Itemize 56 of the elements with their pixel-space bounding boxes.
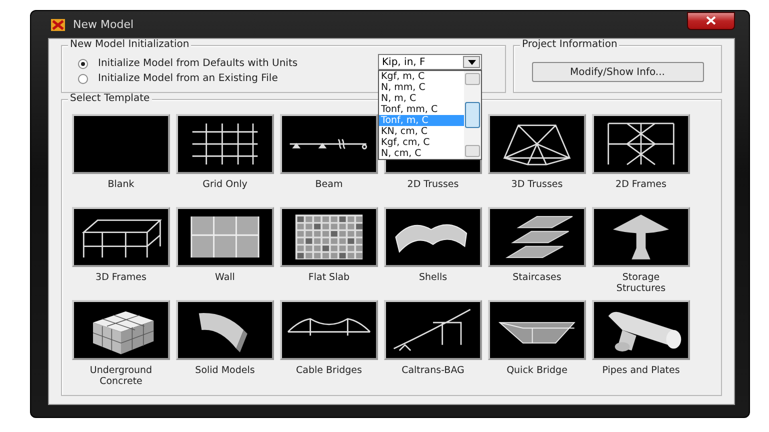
slab-grid-icon: [280, 207, 378, 267]
radio-label: Initialize Model from an Existing File: [98, 73, 278, 84]
group-title: New Model Initialization: [68, 39, 192, 50]
radio-label: Initialize Model from Defaults with Units: [98, 58, 298, 69]
suspension-bridge-icon: [280, 300, 378, 360]
cube-grid-icon: [72, 300, 170, 360]
template-button[interactable]: Flat Slab: [280, 207, 378, 298]
blank-icon: [72, 114, 170, 174]
modify-info-button[interactable]: Modify/Show Info...: [532, 62, 704, 82]
group-title: Project Information: [520, 39, 620, 50]
close-button[interactable]: [687, 12, 735, 30]
close-icon: [706, 16, 716, 25]
units-dropdown[interactable]: Kip, in, F: [378, 54, 482, 70]
template-button[interactable]: Staircases: [488, 207, 586, 298]
unit-option[interactable]: Kgf, m, C: [379, 71, 464, 82]
template-button[interactable]: Solid Models: [176, 300, 274, 391]
template-button[interactable]: 3D Trusses: [488, 114, 586, 205]
template-button[interactable]: Pipes and Plates: [592, 300, 690, 391]
grid-icon: [176, 114, 274, 174]
template-button[interactable]: 2D Frames: [592, 114, 690, 205]
template-button[interactable]: Wall: [176, 207, 274, 298]
space-frame-icon: [72, 207, 170, 267]
template-button[interactable]: Grid Only: [176, 114, 274, 205]
group-title: Select Template: [68, 93, 152, 104]
template-button[interactable]: Underground Concrete: [72, 300, 170, 391]
curved-solid-icon: [176, 300, 274, 360]
scrollbar[interactable]: [464, 71, 481, 159]
unit-option[interactable]: Kgf, cm, C: [379, 137, 464, 148]
template-button[interactable]: Storage Structures: [592, 207, 690, 298]
space-truss-icon: [488, 114, 586, 174]
template-button[interactable]: Beam: [280, 114, 378, 205]
box-girder-icon: [488, 300, 586, 360]
staircase-icon: [488, 207, 586, 267]
template-button[interactable]: Shells: [384, 207, 482, 298]
wall-icon: [176, 207, 274, 267]
template-button[interactable]: Caltrans-BAG: [384, 300, 482, 391]
bridge-frame-icon: [384, 300, 482, 360]
radio-button[interactable]: [78, 58, 88, 68]
radio-button[interactable]: [78, 74, 88, 84]
unit-option[interactable]: Tonf, mm, C: [379, 104, 464, 115]
pipe-tee-icon: [592, 300, 690, 360]
unit-option[interactable]: N, cm, C: [379, 148, 464, 159]
app-logo-icon: [51, 18, 65, 30]
template-button[interactable]: 3D Frames: [72, 207, 170, 298]
unit-option[interactable]: KN, cm, C: [379, 126, 464, 137]
window-title: New Model: [73, 18, 135, 31]
frame-icon: [592, 114, 690, 174]
template-button[interactable]: Quick Bridge: [488, 300, 586, 391]
template-button[interactable]: Blank: [72, 114, 170, 205]
shell-icon: [384, 207, 482, 267]
unit-option[interactable]: N, mm, C: [379, 82, 464, 93]
unit-option[interactable]: N, m, C: [379, 93, 464, 104]
template-button[interactable]: Cable Bridges: [280, 300, 378, 391]
caret-icon: [468, 60, 476, 64]
beam-icon: [280, 114, 378, 174]
tower-tank-icon: [592, 207, 690, 267]
